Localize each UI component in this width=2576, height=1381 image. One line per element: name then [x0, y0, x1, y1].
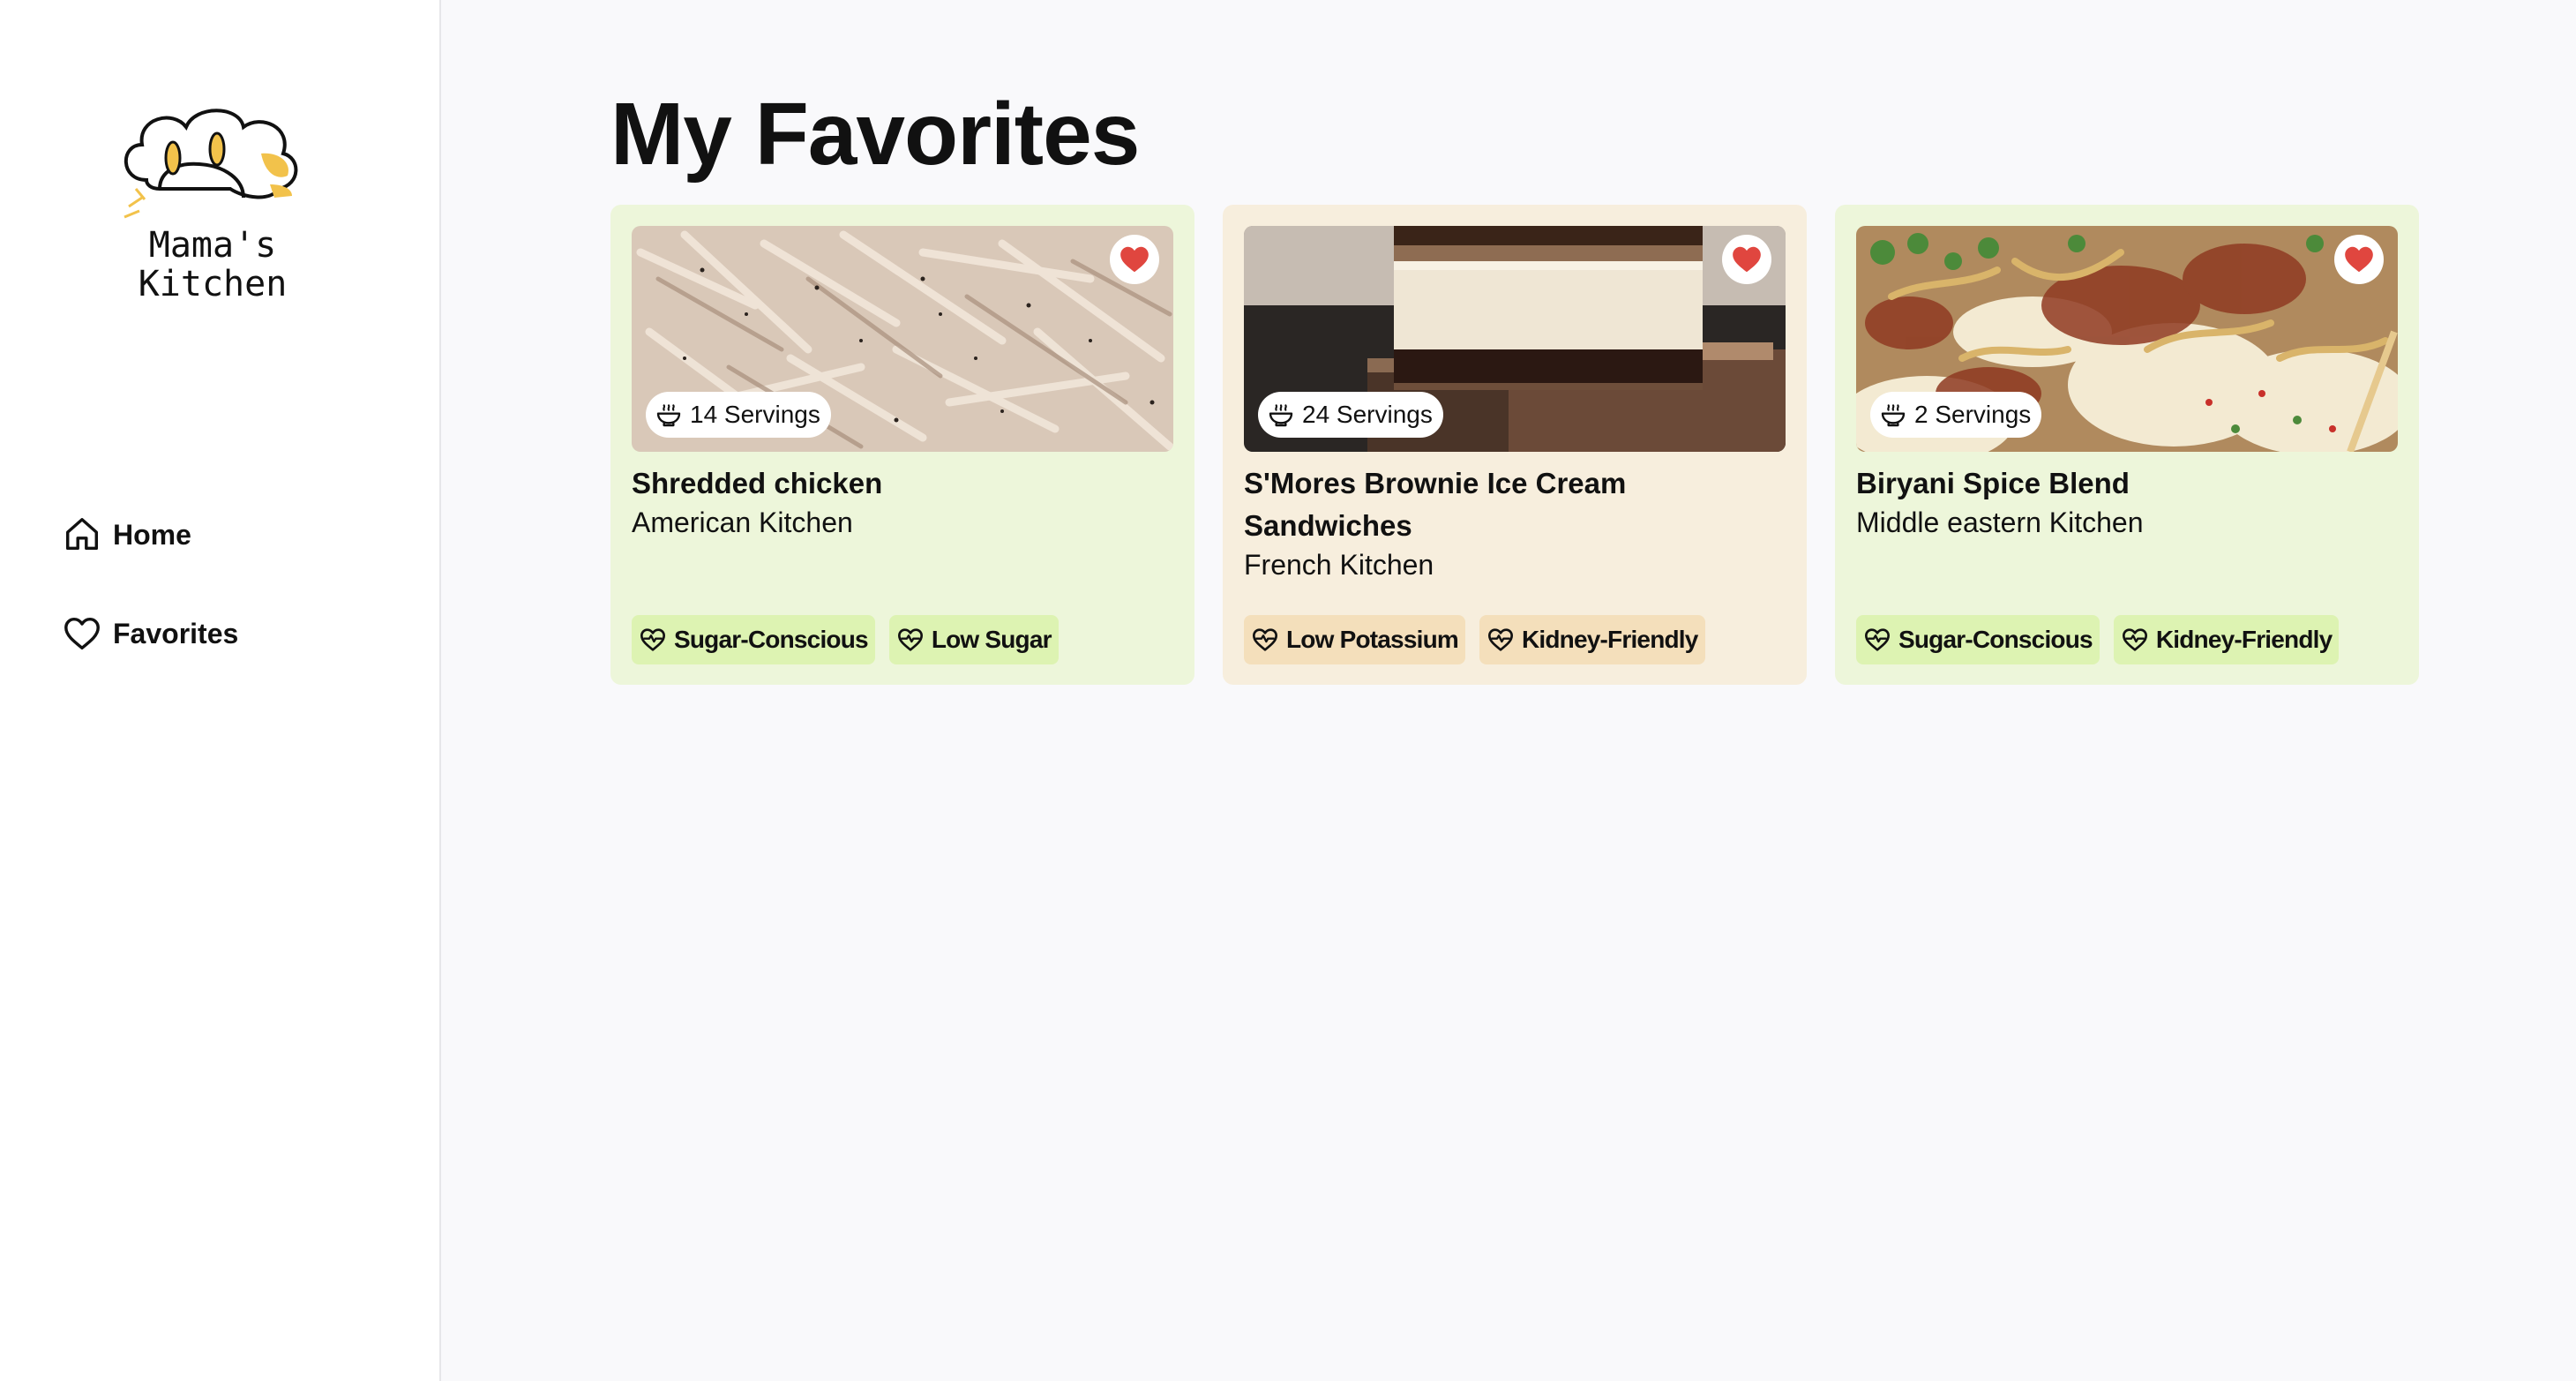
recipe-title[interactable]: Biryani Spice Blend — [1856, 462, 2350, 505]
tag-label: Low Potassium — [1286, 626, 1459, 653]
diet-tag: Sugar-Conscious — [1856, 615, 2100, 664]
sidebar-item-home[interactable]: Home — [62, 508, 191, 561]
diet-tag: Kidney-Friendly — [2113, 615, 2340, 664]
tag-label: Kidney-Friendly — [2155, 626, 2333, 653]
servings-text: 24 Servings — [1302, 401, 1433, 428]
recipe-tags: Low Potassium Kidney-Friendly — [1244, 615, 1705, 664]
heart-pulse-icon — [1865, 628, 1890, 651]
heart-pulse-icon — [640, 628, 665, 651]
recipe-image[interactable]: 14 Servings — [632, 226, 1173, 452]
recipe-card[interactable]: 24 Servings S'Mores Brownie Ice Cream Sa… — [1223, 205, 1807, 685]
heart-filled-icon — [1120, 246, 1149, 273]
recipe-card[interactable]: 2 Servings Biryani Spice Blend Middle ea… — [1835, 205, 2419, 685]
diet-tag: Low Potassium — [1244, 615, 1465, 664]
diet-tag: Kidney-Friendly — [1479, 615, 1705, 664]
recipe-tags: Sugar-Conscious Low Sugar — [632, 615, 1059, 664]
recipe-tags: Sugar-Conscious Kidney-Friendly — [1856, 615, 2340, 664]
recipe-kitchen: American Kitchen — [632, 507, 853, 538]
servings-badge: 2 Servings — [1870, 392, 2042, 438]
recipe-title[interactable]: Shredded chicken — [632, 462, 1126, 505]
diet-tag: Low Sugar — [888, 615, 1059, 664]
diet-tag: Sugar-Conscious — [632, 615, 875, 664]
main-content: My Favorites 14 Servings Shredded chicke… — [441, 0, 2576, 1381]
bowl-icon — [1881, 404, 1906, 427]
favorite-button[interactable] — [2334, 235, 2384, 284]
recipe-card[interactable]: 14 Servings Shredded chicken American Ki… — [610, 205, 1194, 685]
servings-badge: 14 Servings — [646, 392, 831, 438]
recipe-title[interactable]: S'Mores Brownie Ice Cream Sandwiches — [1244, 462, 1738, 547]
heart-pulse-icon — [1487, 628, 1513, 651]
page-title: My Favorites — [610, 85, 1140, 184]
heart-filled-icon — [2345, 246, 2373, 273]
tag-label: Sugar-Conscious — [674, 626, 869, 653]
tag-label: Low Sugar — [931, 626, 1052, 653]
bowl-icon — [656, 404, 681, 427]
tag-label: Kidney-Friendly — [1521, 626, 1698, 653]
app-logo[interactable]: Mama's Kitchen — [111, 101, 314, 312]
bowl-icon — [1269, 404, 1293, 427]
servings-text: 14 Servings — [690, 401, 820, 428]
heart-pulse-icon — [1253, 628, 1277, 651]
tag-label: Sugar-Conscious — [1898, 626, 2093, 653]
heart-pulse-icon — [2122, 628, 2147, 651]
chef-hat-icon — [124, 109, 298, 219]
heart-outline-icon — [64, 617, 100, 650]
servings-badge: 24 Servings — [1258, 392, 1443, 438]
recipe-image[interactable]: 2 Servings — [1856, 226, 2398, 452]
logo-text-line2: Kitchen — [138, 264, 288, 304]
favorite-button[interactable] — [1110, 235, 1159, 284]
servings-text: 2 Servings — [1914, 401, 2032, 428]
heart-pulse-icon — [897, 628, 923, 651]
recipe-kitchen: Middle eastern Kitchen — [1856, 507, 2144, 538]
favorite-button[interactable] — [1722, 235, 1771, 284]
recipe-kitchen: French Kitchen — [1244, 549, 1434, 581]
sidebar-item-label: Favorites — [113, 617, 239, 649]
logo-text-line1: Mama's — [148, 225, 277, 266]
sidebar: Mama's Kitchen Home Favorites — [0, 0, 441, 1381]
recipe-image[interactable]: 24 Servings — [1244, 226, 1786, 452]
heart-filled-icon — [1733, 246, 1761, 273]
home-icon — [65, 518, 99, 551]
sidebar-item-favorites[interactable]: Favorites — [62, 607, 238, 660]
sidebar-item-label: Home — [113, 518, 191, 551]
